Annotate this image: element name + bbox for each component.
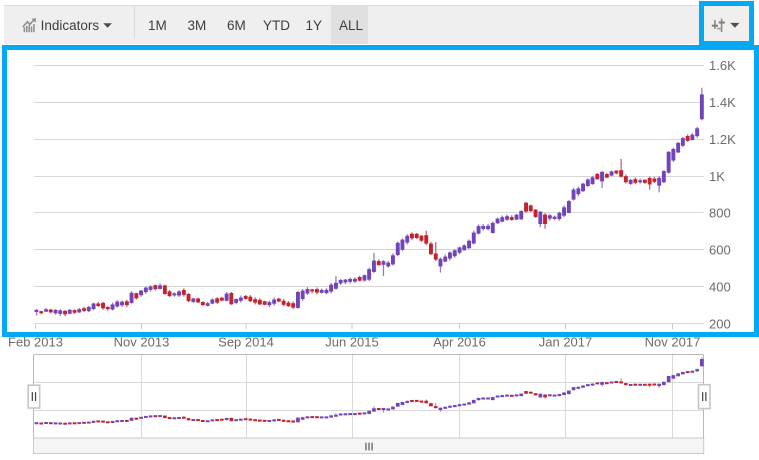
- svg-text:Nov 2017: Nov 2017: [645, 335, 701, 350]
- svg-text:1.2K: 1.2K: [709, 132, 736, 147]
- svg-text:Jan 2017: Jan 2017: [539, 335, 593, 350]
- svg-text:Feb 2013: Feb 2013: [8, 335, 63, 350]
- svg-text:Jun 2015: Jun 2015: [325, 335, 379, 350]
- svg-text:200: 200: [709, 316, 731, 331]
- svg-text:400: 400: [709, 280, 731, 295]
- svg-text:Nov 2013: Nov 2013: [114, 335, 170, 350]
- svg-text:1K: 1K: [709, 169, 725, 184]
- svg-text:1.4K: 1.4K: [709, 95, 736, 110]
- svg-text:600: 600: [709, 243, 731, 258]
- svg-text:Apr 2016: Apr 2016: [433, 335, 486, 350]
- svg-text:1.6K: 1.6K: [709, 58, 736, 73]
- svg-text:Sep 2014: Sep 2014: [218, 335, 274, 350]
- svg-text:800: 800: [709, 206, 731, 221]
